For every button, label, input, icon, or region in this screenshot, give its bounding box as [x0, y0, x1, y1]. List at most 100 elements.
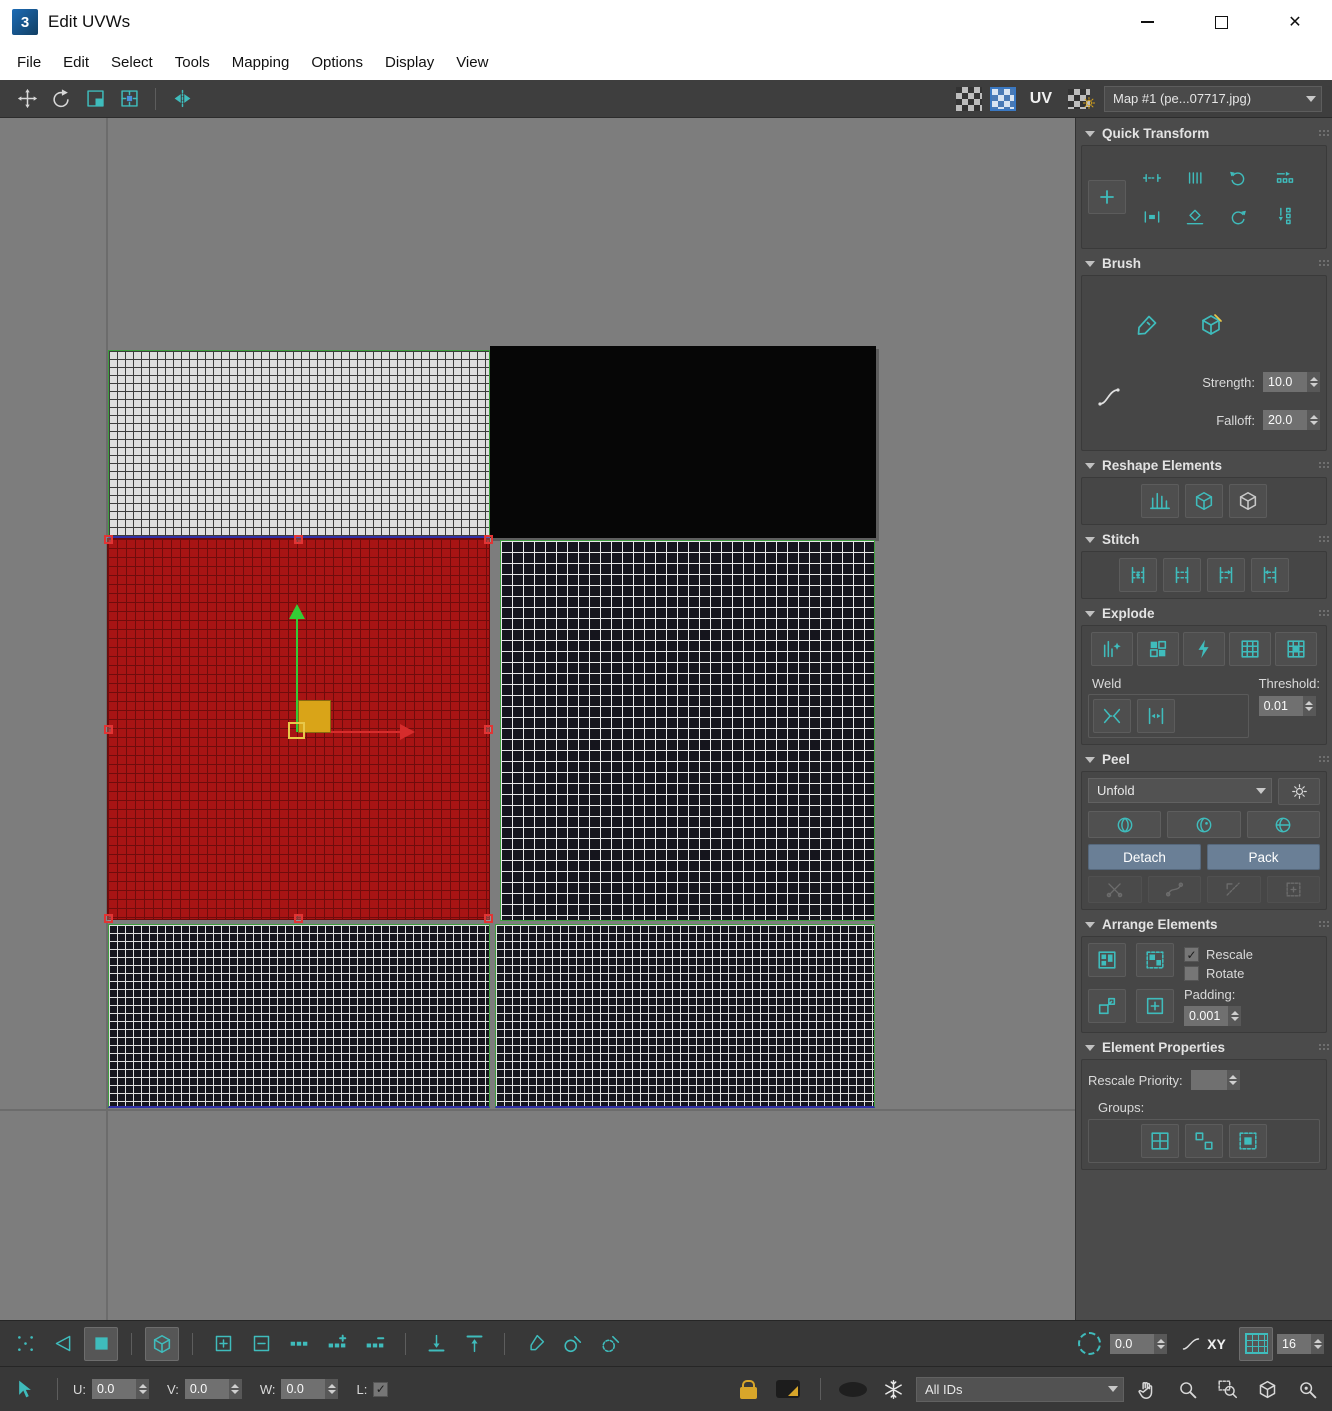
lock-aspect-checkbox[interactable]: ✓	[373, 1381, 389, 1397]
spinner-arrows-icon[interactable]	[1302, 696, 1316, 716]
vertex-mode-icon[interactable]	[8, 1327, 42, 1361]
pack-button[interactable]: Pack	[1207, 844, 1320, 870]
rollout-header-arrange[interactable]: Arrange Elements	[1081, 913, 1327, 936]
falloff-value[interactable]: 20.0	[1263, 410, 1307, 430]
quick-peel-icon[interactable]	[1088, 811, 1162, 838]
move-tool-icon[interactable]	[10, 83, 44, 115]
rescale-elements-icon[interactable]	[1088, 989, 1126, 1023]
uv-tile-black[interactable]	[490, 346, 876, 538]
grid-size-spinner[interactable]: 16	[1277, 1333, 1324, 1354]
space-horizontally-icon[interactable]	[1133, 200, 1171, 234]
rollout-header-reshape[interactable]: Reshape Elements	[1081, 454, 1327, 477]
move-selected-icon[interactable]	[1088, 180, 1126, 214]
selection-handle[interactable]	[484, 914, 493, 923]
threshold-value[interactable]: 0.01	[1258, 696, 1303, 716]
rotate-checkbox[interactable]	[1184, 966, 1199, 981]
flatten-mapping-icon[interactable]	[1229, 632, 1271, 666]
paint-select-brush-icon[interactable]	[556, 1327, 590, 1361]
linear-align-horizontal-icon[interactable]	[1264, 162, 1306, 194]
relax-until-flat-icon[interactable]	[1185, 484, 1223, 518]
rollout-header-brush[interactable]: Brush	[1081, 252, 1327, 275]
edge-ring-icon[interactable]	[282, 1327, 316, 1361]
paint-select-icon[interactable]	[518, 1327, 552, 1361]
selection-handle[interactable]	[484, 535, 493, 544]
panel-grip-icon[interactable]	[1319, 536, 1321, 538]
rescale-priority-spinner[interactable]	[1190, 1070, 1240, 1090]
paint-move-brush-icon[interactable]	[1128, 308, 1166, 342]
menu-tools[interactable]: Tools	[164, 54, 221, 71]
maximize-button[interactable]	[1184, 0, 1258, 44]
spinner-arrows-icon[interactable]	[1307, 372, 1320, 392]
zoom-selected-icon[interactable]	[1290, 1372, 1324, 1406]
flatten-custom-icon[interactable]	[1275, 632, 1317, 666]
expand-to-seam-icon[interactable]	[1266, 876, 1320, 903]
rescale-priority-value[interactable]	[1190, 1070, 1227, 1090]
explode-to-smoothing-groups-icon[interactable]	[1091, 632, 1133, 666]
threshold-spinner[interactable]: 0.01	[1258, 696, 1316, 716]
paint-deselect-brush-icon[interactable]	[594, 1327, 628, 1361]
freeze-icon[interactable]	[876, 1372, 910, 1406]
rollout-header-peel[interactable]: Peel	[1081, 748, 1327, 771]
rescale-checkbox[interactable]: ✓	[1184, 947, 1199, 962]
u-value[interactable]: 0.0	[92, 1379, 136, 1399]
padding-value[interactable]: 0.001	[1184, 1006, 1228, 1026]
panel-grip-icon[interactable]	[1319, 921, 1321, 923]
menu-select[interactable]: Select	[100, 54, 164, 71]
panel-grip-icon[interactable]	[1319, 462, 1321, 464]
show-checker-map-icon[interactable]	[952, 83, 986, 115]
mirror-tool-icon[interactable]	[165, 83, 199, 115]
panel-grip-icon[interactable]	[1319, 610, 1321, 612]
v-value[interactable]: 0.0	[184, 1379, 229, 1399]
realign-elements-icon[interactable]	[1136, 989, 1174, 1023]
grid-size-value[interactable]: 16	[1277, 1333, 1311, 1354]
w-spinner[interactable]: 0.0	[281, 1379, 339, 1399]
padding-spinner[interactable]: 0.001	[1184, 1006, 1241, 1026]
stitch-to-source-icon[interactable]	[1207, 558, 1245, 592]
snap-grid-icon[interactable]	[1239, 1326, 1273, 1361]
uv-editor-canvas[interactable]	[0, 118, 1075, 1320]
loop-grow-icon[interactable]	[419, 1327, 453, 1361]
align-horizontal-icon[interactable]	[1133, 161, 1171, 195]
spinner-arrows-icon[interactable]	[1228, 1006, 1241, 1026]
rotation-angle-spinner[interactable]: 0.0	[1110, 1333, 1167, 1354]
dropdown-arrow-icon[interactable]	[1103, 1386, 1123, 1392]
zoom-extents-icon[interactable]	[1250, 1372, 1284, 1406]
menu-mapping[interactable]: Mapping	[221, 54, 301, 71]
relax-icon[interactable]	[1229, 484, 1267, 518]
map-select[interactable]: Map #1 (pe...07717.jpg)	[1104, 85, 1322, 112]
menu-file[interactable]: File	[6, 54, 52, 71]
uv-element-bottom-left[interactable]	[108, 924, 490, 1108]
rollout-header-explode[interactable]: Explode	[1081, 602, 1327, 625]
selection-handle[interactable]	[294, 535, 303, 544]
break-icon[interactable]	[1183, 632, 1225, 666]
menu-display[interactable]: Display	[374, 54, 445, 71]
gizmo-x-arrow-icon[interactable]	[400, 724, 415, 740]
panel-grip-icon[interactable]	[1319, 756, 1321, 758]
spinner-arrows-icon[interactable]	[1154, 1333, 1167, 1354]
v-spinner[interactable]: 0.0	[184, 1379, 242, 1399]
pack-custom-icon[interactable]	[1136, 943, 1174, 977]
group-elements-icon[interactable]	[1141, 1124, 1179, 1158]
spinner-arrows-icon[interactable]	[1307, 410, 1320, 430]
menu-options[interactable]: Options	[300, 54, 374, 71]
point-to-point-seam-icon[interactable]	[1147, 876, 1201, 903]
edge-ring-grow-icon[interactable]	[320, 1327, 354, 1361]
rotation-angle-value[interactable]: 0.0	[1110, 1333, 1154, 1354]
soft-selection-icon[interactable]	[1072, 1327, 1106, 1361]
spinner-arrows-icon[interactable]	[1311, 1333, 1324, 1354]
dropdown-arrow-icon[interactable]	[1251, 787, 1271, 794]
peel-mode-icon[interactable]	[1167, 811, 1241, 838]
w-value[interactable]: 0.0	[281, 1379, 326, 1399]
stitch-to-average-icon[interactable]	[1163, 558, 1201, 592]
selection-handle[interactable]	[104, 535, 113, 544]
grow-selection-icon[interactable]	[206, 1327, 240, 1361]
freeform-mode-icon[interactable]	[112, 83, 146, 115]
absolute-mode-cursor-icon[interactable]	[8, 1372, 42, 1406]
minimize-button[interactable]	[1110, 0, 1184, 44]
selection-handle[interactable]	[104, 914, 113, 923]
show-active-map-icon[interactable]	[986, 83, 1020, 115]
spinner-arrows-icon[interactable]	[136, 1379, 149, 1399]
strength-spinner[interactable]: 10.0	[1263, 372, 1320, 392]
strength-value[interactable]: 10.0	[1263, 372, 1307, 392]
spinner-arrows-icon[interactable]	[325, 1379, 339, 1399]
